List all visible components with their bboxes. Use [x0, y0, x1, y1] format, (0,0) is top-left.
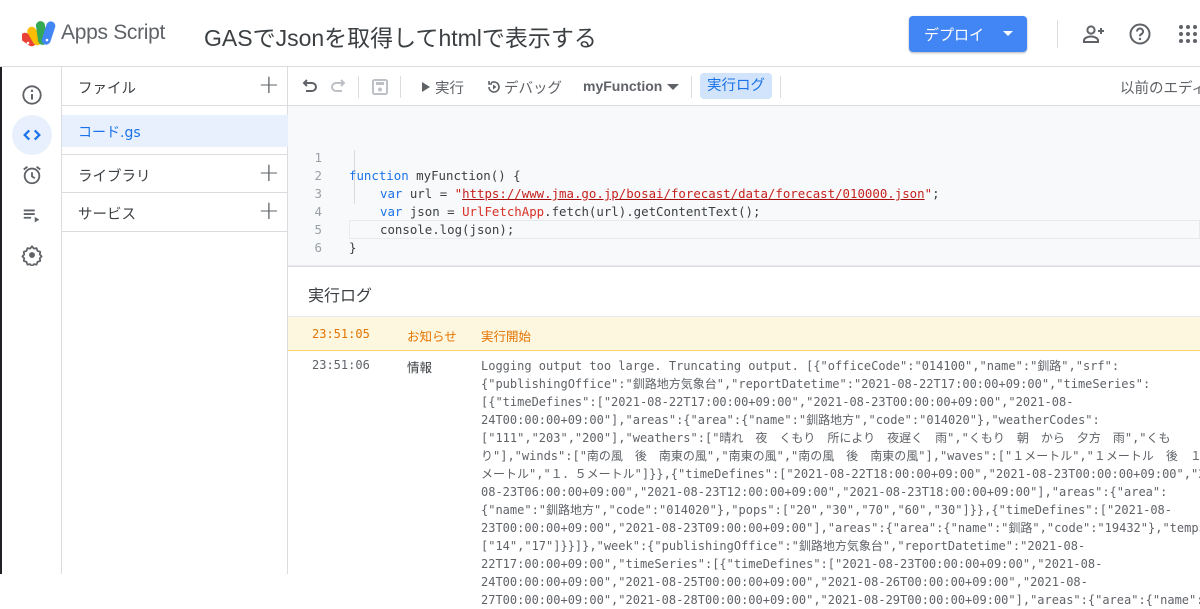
- log-message-line: 22T17:00:00+09:00","timeSeries":[{"timeD…: [481, 557, 1103, 571]
- add-library-plus-icon[interactable]: +: [258, 160, 280, 186]
- code-line: 5 }: [288, 203, 1200, 255]
- log-level: 情報: [407, 360, 433, 375]
- code-line: 3 var json = UrlFetchApp.fetch(url).getC…: [288, 167, 1200, 219]
- legacy-editor-button[interactable]: 以前のエディ: [1120, 77, 1200, 98]
- divider: [358, 76, 359, 98]
- caret-down-icon[interactable]: [667, 84, 679, 90]
- log-message-line: Logging output too large. Truncating out…: [481, 359, 1120, 373]
- deploy-label: デプロイ: [924, 25, 985, 44]
- services-section-header: サービス +: [62, 193, 288, 232]
- apps-grid-icon[interactable]: [1176, 22, 1200, 46]
- chevron-down-icon: [1003, 31, 1013, 36]
- log-message-line: 08-23T06:00:00+09:00","2021-08-23T12:00:…: [481, 485, 1168, 499]
- add-service-plus-icon[interactable]: +: [258, 198, 280, 224]
- libraries-label: ライブラリ: [78, 169, 151, 185]
- function-selector[interactable]: myFunction: [583, 78, 662, 94]
- top-bar: Apps Script GASでJsonを取得してhtmlで表示する デプロイ: [0, 0, 1200, 67]
- log-message: 実行開始: [481, 329, 532, 344]
- log-message-line: 27T00:00:00+09:00","2021-08-28T00:00:00+…: [481, 593, 1200, 607]
- execution-log-panel: 実行ログ 23:51:05 お知らせ 実行開始 23:51:06 情報 Logg…: [288, 266, 1200, 607]
- run-button[interactable]: 実行: [422, 77, 464, 98]
- rail-item-editor[interactable]: [12, 115, 52, 155]
- files-label: ファイル: [78, 81, 136, 97]
- save-icon[interactable]: [370, 77, 390, 97]
- code-icon: [23, 129, 41, 141]
- file-panel: ファイル + コード.gs ライブラリ + サービス +: [62, 67, 288, 574]
- log-time: 23:51:06: [312, 358, 370, 372]
- apps-script-logo-icon[interactable]: [22, 18, 56, 48]
- undo-icon[interactable]: [300, 77, 320, 97]
- line-number: 6: [314, 240, 322, 255]
- log-message-line: {"publishingOffice":"釧路地方気象台","reportDat…: [481, 377, 1151, 391]
- log-row: 23:51:05 お知らせ 実行開始: [288, 316, 1200, 351]
- gear-icon: [21, 245, 43, 266]
- debug-button[interactable]: デバッグ: [486, 77, 562, 98]
- app-name[interactable]: Apps Script: [61, 21, 165, 45]
- redo-icon[interactable]: [328, 77, 348, 97]
- log-message-line: り"],"winds":["南の風 後 南東の風","南東の風","南の風 後 …: [481, 449, 1200, 463]
- play-icon: [422, 82, 430, 92]
- info-icon: [22, 85, 42, 105]
- execution-log-button[interactable]: 実行ログ: [700, 73, 772, 99]
- rail-item-overview[interactable]: [12, 75, 52, 115]
- divider: [400, 76, 401, 98]
- rail-item-executions[interactable]: [12, 195, 52, 235]
- log-message-line: {"name":"釧路地方","code":"014020"},"pops":[…: [481, 503, 1172, 517]
- files-section-header: ファイル +: [62, 67, 288, 106]
- divider: [780, 76, 781, 98]
- add-person-icon[interactable]: [1082, 22, 1106, 46]
- code-editor[interactable]: 1 function myFunction() { 2 var url = "h…: [288, 106, 1200, 266]
- code-text: }: [349, 240, 357, 255]
- navigation-rail: [0, 67, 62, 574]
- debug-icon: [488, 81, 500, 93]
- deploy-button[interactable]: デプロイ: [909, 16, 1027, 52]
- rail-item-settings[interactable]: [12, 235, 52, 275]
- log-level: お知らせ: [407, 329, 457, 344]
- executions-icon: [23, 209, 40, 223]
- log-message: Logging output too large. Truncating out…: [481, 357, 1200, 609]
- log-row: 23:51:06 情報 Logging output too large. Tr…: [288, 351, 1200, 607]
- log-message-line: 24T00:00:00+09:00","2021-08-25T00:00:00+…: [481, 575, 1088, 589]
- code-line: 2 var url = "https://www.jma.go.jp/bosai…: [288, 149, 1200, 201]
- divider: [691, 76, 692, 98]
- code-line: 4 console.log(json);: [288, 185, 1200, 237]
- help-icon[interactable]: [1128, 22, 1152, 46]
- log-message-line: ["111","203","200"],"weathers":["晴れ 夜 くも…: [481, 431, 1171, 445]
- run-label: 実行: [435, 81, 464, 97]
- log-message-line: メートル","１．５メートル"]}},{"timeDefines":["2021…: [481, 467, 1200, 481]
- log-message-line: 23T00:00:00+09:00","2021-08-23T09:00:00+…: [481, 521, 1200, 535]
- code-line: 6: [288, 221, 1200, 255]
- log-message-line: 24T00:00:00+09:00"],"areas":{"area":{"na…: [481, 413, 1100, 427]
- services-label: サービス: [78, 207, 136, 223]
- log-message-line: ["14","17"]}}]},"week":{"publishingOffic…: [481, 539, 1086, 553]
- file-name: コード.gs: [78, 125, 141, 141]
- code-line: 1 function myFunction() {: [288, 131, 1200, 183]
- log-title: 実行ログ: [308, 286, 373, 305]
- editor-toolbar: 実行 デバッグ myFunction 実行ログ 以前のエディ: [288, 67, 1200, 106]
- debug-label: デバッグ: [504, 81, 562, 97]
- alarm-icon: [23, 166, 41, 185]
- rail-item-triggers[interactable]: [12, 155, 52, 195]
- libraries-section-header: ライブラリ +: [62, 154, 288, 193]
- log-message-line: [{"timeDefines":["2021-08-22T17:00:00+09…: [481, 395, 1074, 409]
- project-title[interactable]: GASでJsonを取得してhtmlで表示する: [204, 19, 597, 53]
- file-item-code-gs[interactable]: コード.gs: [62, 115, 288, 147]
- divider: [1057, 20, 1058, 48]
- log-time: 23:51:05: [312, 327, 370, 341]
- add-file-plus-icon[interactable]: +: [258, 72, 280, 98]
